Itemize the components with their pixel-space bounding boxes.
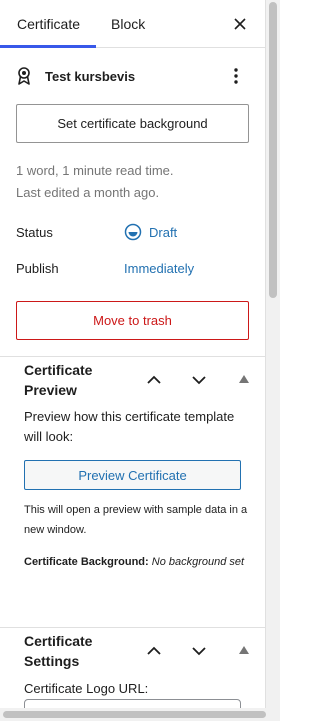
certificate-background-info: Certificate Background: No background se… bbox=[24, 552, 249, 572]
draft-circle-icon bbox=[124, 223, 142, 241]
award-ribbon-icon bbox=[18, 67, 30, 85]
section-divider bbox=[0, 356, 265, 357]
status-label: Status bbox=[16, 225, 53, 240]
more-options-icon[interactable] bbox=[230, 66, 242, 86]
settings-section-title[interactable]: Certificate Settings bbox=[24, 631, 134, 671]
logo-url-label: Certificate Logo URL: bbox=[24, 681, 149, 696]
close-icon[interactable] bbox=[232, 16, 248, 32]
post-summary-title: Test kursbevis bbox=[17, 64, 135, 88]
settings-sidebar: Certificate Block Test kursbevis Set cer… bbox=[0, 0, 266, 721]
move-down-icon[interactable] bbox=[191, 643, 207, 659]
post-title: Test kursbevis bbox=[45, 68, 136, 84]
set-background-button[interactable]: Set certificate background bbox=[16, 104, 249, 143]
collapse-toggle-icon[interactable] bbox=[239, 375, 249, 383]
preview-section-title[interactable]: Certificate Preview bbox=[24, 360, 134, 400]
tab-block[interactable]: Block bbox=[111, 0, 145, 48]
post-meta: 1 word, 1 minute read time. Last edited … bbox=[16, 160, 174, 204]
move-to-trash-button[interactable]: Move to trash bbox=[16, 301, 249, 340]
publish-label: Publish bbox=[16, 261, 59, 276]
publish-date-link[interactable]: Immediately bbox=[124, 261, 194, 276]
word-count: 1 word, 1 minute read time. bbox=[16, 163, 174, 178]
preview-certificate-button[interactable]: Preview Certificate bbox=[24, 460, 241, 490]
background-value: No background set bbox=[151, 556, 245, 568]
horizontal-scrollbar-thumb[interactable] bbox=[3, 711, 266, 718]
preview-description: Preview how this certificate template wi… bbox=[24, 409, 235, 444]
last-edited: Last edited a month ago. bbox=[16, 185, 160, 200]
collapse-toggle-icon[interactable] bbox=[239, 646, 249, 654]
section-divider bbox=[0, 627, 265, 628]
sidebar-tabs: Certificate Block bbox=[0, 0, 265, 48]
preview-note: This will open a preview with sample dat… bbox=[24, 504, 248, 536]
background-label: Certificate Background: bbox=[24, 556, 149, 568]
status-toggle[interactable]: Draft bbox=[124, 223, 177, 241]
vertical-scrollbar-thumb[interactable] bbox=[269, 2, 277, 298]
move-up-icon[interactable] bbox=[146, 372, 162, 388]
active-tab-indicator bbox=[0, 45, 96, 48]
status-value: Draft bbox=[149, 224, 178, 240]
move-up-icon[interactable] bbox=[146, 643, 162, 659]
tab-certificate[interactable]: Certificate bbox=[17, 0, 80, 48]
move-down-icon[interactable] bbox=[191, 372, 207, 388]
